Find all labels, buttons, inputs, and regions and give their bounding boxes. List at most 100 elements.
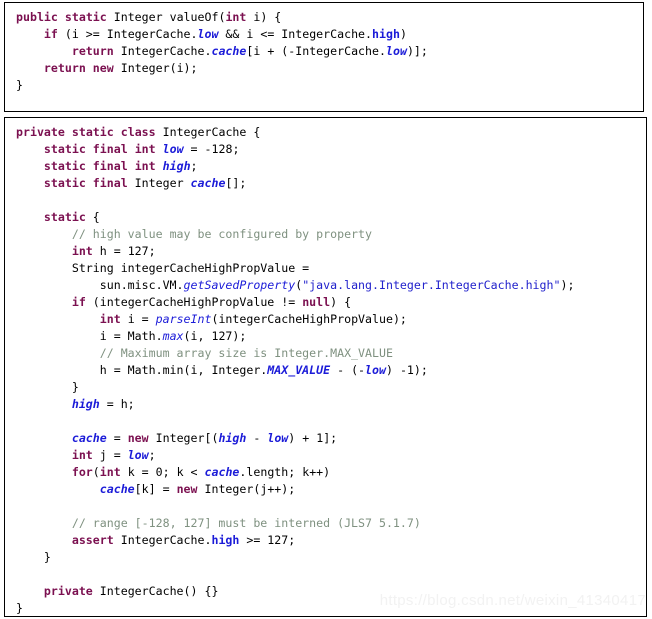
code-line: static { — [5, 209, 646, 226]
code-token: -1); — [392, 363, 428, 377]
code-token: high — [71, 397, 100, 411]
code-token: return — [43, 61, 86, 75]
code-token: IntegerCache { — [155, 125, 261, 139]
code-token: low — [162, 142, 184, 156]
code-token: assert — [71, 533, 114, 547]
code-token: >= 127; — [239, 533, 296, 547]
code-token: new — [92, 61, 114, 75]
code-content-integercache: private static class IntegerCache { stat… — [5, 118, 646, 616]
code-line: public static Integer valueOf(int i) { — [5, 9, 643, 26]
code-token: class — [120, 125, 156, 139]
code-token: = — [106, 431, 128, 445]
code-line: if (integerCacheHighPropValue != null) { — [5, 294, 646, 311]
code-screenshot-page: public static Integer valueOf(int i) { i… — [0, 0, 652, 619]
code-token: sun.misc.VM. — [16, 278, 184, 292]
code-line: for(int k = 0; k < cache.length; k++) — [5, 464, 646, 481]
code-token: low — [385, 44, 407, 58]
code-token: static — [64, 10, 107, 24]
code-token: MAX_VALUE — [267, 363, 331, 377]
code-line: return new Integer(i); — [5, 60, 643, 77]
code-line: int j = low; — [5, 447, 646, 464]
code-line: } — [5, 77, 643, 94]
code-token: Integer(j++); — [197, 482, 296, 496]
code-token: private — [43, 584, 93, 598]
code-line: // range [-128, 127] must be interned (J… — [5, 515, 646, 532]
code-token: ; — [148, 448, 156, 462]
code-token: IntegerCache. — [113, 44, 212, 58]
code-token: (i, 127); — [183, 329, 247, 343]
code-token: cache — [204, 465, 240, 479]
code-token: int — [99, 465, 121, 479]
code-line: return IntegerCache.cache[i + (-IntegerC… — [5, 43, 643, 60]
code-token: high — [218, 431, 247, 445]
code-token: parseInt — [155, 312, 212, 326]
code-token: h = 127; — [92, 244, 156, 258]
code-token: return — [71, 44, 114, 58]
code-token: = -128; — [183, 142, 240, 156]
code-token: } — [16, 601, 23, 615]
code-token: static — [43, 210, 86, 224]
code-token: String integerCacheHighPropValue = — [16, 261, 310, 275]
code-token: j = — [92, 448, 128, 462]
code-line: // Maximum array size is Integer.MAX_VAL… — [5, 345, 646, 362]
code-token: low — [197, 27, 219, 41]
code-token: // range [-128, 127] must be interned (J… — [71, 516, 421, 530]
code-line: String integerCacheHighPropValue = — [5, 260, 646, 277]
code-token: { — [85, 210, 100, 224]
code-line: } — [5, 379, 646, 396]
code-token: cache — [190, 176, 226, 190]
code-token: ; — [190, 159, 198, 173]
code-token: (- — [351, 363, 366, 377]
code-token: .length; k++) — [239, 465, 331, 479]
code-line: } — [5, 549, 646, 566]
code-token: } — [16, 550, 51, 564]
code-token: - — [330, 363, 352, 377]
code-token: int — [225, 10, 247, 24]
code-line: static final Integer cache[]; — [5, 175, 646, 192]
code-token: (i >= IntegerCache. — [57, 27, 198, 41]
code-token: cache — [71, 431, 107, 445]
code-token: new — [176, 482, 198, 496]
code-content-valueof: public static Integer valueOf(int i) { i… — [5, 3, 643, 111]
code-token: ( — [92, 465, 100, 479]
code-token: k = 0; k < — [120, 465, 205, 479]
code-token: i = Math. — [16, 329, 163, 343]
code-token: public — [16, 10, 58, 24]
code-line: int h = 127; — [5, 243, 646, 260]
code-token: } — [16, 380, 79, 394]
code-token: Integer(i); — [113, 61, 198, 75]
code-line: sun.misc.VM.getSavedProperty("java.lang.… — [5, 277, 646, 294]
code-token: low — [267, 431, 289, 445]
code-token: ) + 1]; — [288, 431, 338, 445]
code-line: h = Math.min(i, Integer.MAX_VALUE - (-lo… — [5, 362, 646, 379]
code-token: Integer — [127, 176, 191, 190]
code-token: "java.lang.Integer.IntegerCache.high" — [302, 278, 561, 292]
code-token: int — [99, 312, 121, 326]
code-token: private — [16, 125, 65, 139]
code-line: cache[k] = new Integer(j++); — [5, 481, 646, 498]
code-token: ) — [385, 363, 393, 377]
code-token: int — [71, 244, 93, 258]
